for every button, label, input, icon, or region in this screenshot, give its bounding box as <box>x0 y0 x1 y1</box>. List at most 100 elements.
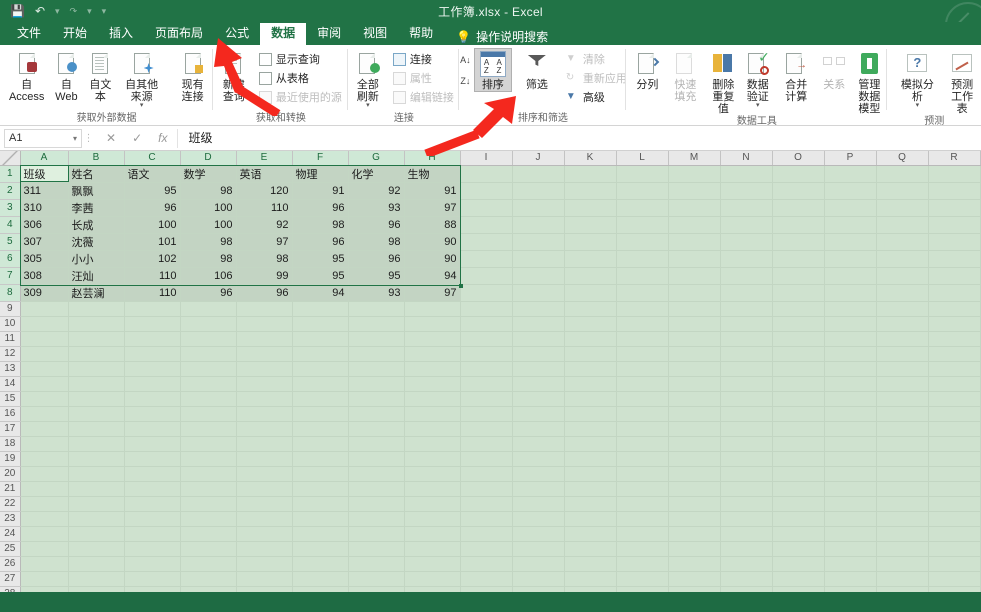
cell-A27[interactable] <box>20 571 69 587</box>
cell-P4[interactable] <box>824 216 877 234</box>
cell-A16[interactable] <box>20 406 69 422</box>
cell-E9[interactable] <box>236 301 293 317</box>
cell-N20[interactable] <box>720 466 773 482</box>
cell-K20[interactable] <box>564 466 617 482</box>
cell-F28[interactable] <box>292 586 349 592</box>
cell-Q3[interactable] <box>876 199 929 217</box>
cell-J22[interactable] <box>512 496 565 512</box>
cell-I2[interactable] <box>460 182 513 200</box>
cell-C25[interactable] <box>124 541 181 557</box>
column-header-C[interactable]: C <box>124 151 181 166</box>
cell-I19[interactable] <box>460 451 513 467</box>
column-header-E[interactable]: E <box>236 151 293 166</box>
cell-L1[interactable] <box>616 165 669 183</box>
row-header-7[interactable]: 7 <box>0 267 21 285</box>
cell-F17[interactable] <box>292 421 349 437</box>
cell-R3[interactable] <box>928 199 981 217</box>
cell-C15[interactable] <box>124 391 181 407</box>
cell-E25[interactable] <box>236 541 293 557</box>
cell-N28[interactable] <box>720 586 773 592</box>
cell-K7[interactable] <box>564 267 617 285</box>
column-header-P[interactable]: P <box>824 151 877 166</box>
cell-G28[interactable] <box>348 586 405 592</box>
tab-page-layout[interactable]: 页面布局 <box>144 23 214 45</box>
row-header-20[interactable]: 20 <box>0 466 21 482</box>
cell-N2[interactable] <box>720 182 773 200</box>
cell-R15[interactable] <box>928 391 981 407</box>
column-header-N[interactable]: N <box>720 151 773 166</box>
cell-K9[interactable] <box>564 301 617 317</box>
cell-N13[interactable] <box>720 361 773 377</box>
cell-R19[interactable] <box>928 451 981 467</box>
cell-L5[interactable] <box>616 233 669 251</box>
cell-P20[interactable] <box>824 466 877 482</box>
cell-O26[interactable] <box>772 556 825 572</box>
table-row[interactable]: 9 <box>0 301 981 317</box>
cell-M15[interactable] <box>668 391 721 407</box>
chevron-down-icon[interactable]: ▾ <box>140 102 144 109</box>
column-header-G[interactable]: G <box>348 151 405 166</box>
cell-C7[interactable]: 110 <box>124 267 181 285</box>
cell-L7[interactable] <box>616 267 669 285</box>
column-header-R[interactable]: R <box>928 151 981 166</box>
cell-E12[interactable] <box>236 346 293 362</box>
cell-O6[interactable] <box>772 250 825 268</box>
cell-L6[interactable] <box>616 250 669 268</box>
row-header-17[interactable]: 17 <box>0 421 21 437</box>
row-header-24[interactable]: 24 <box>0 526 21 542</box>
cell-P21[interactable] <box>824 481 877 497</box>
cell-A15[interactable] <box>20 391 69 407</box>
cell-K19[interactable] <box>564 451 617 467</box>
cell-I24[interactable] <box>460 526 513 542</box>
cell-Q10[interactable] <box>876 316 929 332</box>
cell-M1[interactable] <box>668 165 721 183</box>
cell-J1[interactable] <box>512 165 565 183</box>
cell-Q27[interactable] <box>876 571 929 587</box>
cell-B12[interactable] <box>68 346 125 362</box>
fill-handle[interactable] <box>459 284 463 288</box>
cell-J10[interactable] <box>512 316 565 332</box>
cell-I8[interactable] <box>460 284 513 302</box>
cell-O19[interactable] <box>772 451 825 467</box>
cell-R10[interactable] <box>928 316 981 332</box>
row-header-12[interactable]: 12 <box>0 346 21 362</box>
cell-Q26[interactable] <box>876 556 929 572</box>
cell-E14[interactable] <box>236 376 293 392</box>
cell-B22[interactable] <box>68 496 125 512</box>
cell-C1[interactable]: 语文 <box>124 165 181 183</box>
cell-L20[interactable] <box>616 466 669 482</box>
cell-I13[interactable] <box>460 361 513 377</box>
cell-O22[interactable] <box>772 496 825 512</box>
cell-R24[interactable] <box>928 526 981 542</box>
cell-R6[interactable] <box>928 250 981 268</box>
cell-P2[interactable] <box>824 182 877 200</box>
cell-A24[interactable] <box>20 526 69 542</box>
cell-N8[interactable] <box>720 284 773 302</box>
cell-I9[interactable] <box>460 301 513 317</box>
cell-N21[interactable] <box>720 481 773 497</box>
cell-H22[interactable] <box>404 496 461 512</box>
cell-Q16[interactable] <box>876 406 929 422</box>
cell-N10[interactable] <box>720 316 773 332</box>
column-header-O[interactable]: O <box>772 151 825 166</box>
cell-R17[interactable] <box>928 421 981 437</box>
cell-F27[interactable] <box>292 571 349 587</box>
cell-O4[interactable] <box>772 216 825 234</box>
cell-J3[interactable] <box>512 199 565 217</box>
cell-F11[interactable] <box>292 331 349 347</box>
cell-J28[interactable] <box>512 586 565 592</box>
cell-P12[interactable] <box>824 346 877 362</box>
column-header-B[interactable]: B <box>68 151 125 166</box>
cell-F6[interactable]: 95 <box>292 250 349 268</box>
cell-G4[interactable]: 96 <box>348 216 405 234</box>
cell-B28[interactable] <box>68 586 125 592</box>
cell-A4[interactable]: 306 <box>20 216 69 234</box>
ribbon-button-consolidate[interactable]: → 合并计算 <box>775 49 817 103</box>
cell-E11[interactable] <box>236 331 293 347</box>
cell-B7[interactable]: 汪灿 <box>68 267 125 285</box>
cell-D24[interactable] <box>180 526 237 542</box>
column-header-Q[interactable]: Q <box>876 151 929 166</box>
table-row[interactable]: 5 307 沈薇 101 98 97 96 98 90 <box>0 233 981 251</box>
table-row[interactable]: 26 <box>0 556 981 572</box>
cell-J24[interactable] <box>512 526 565 542</box>
